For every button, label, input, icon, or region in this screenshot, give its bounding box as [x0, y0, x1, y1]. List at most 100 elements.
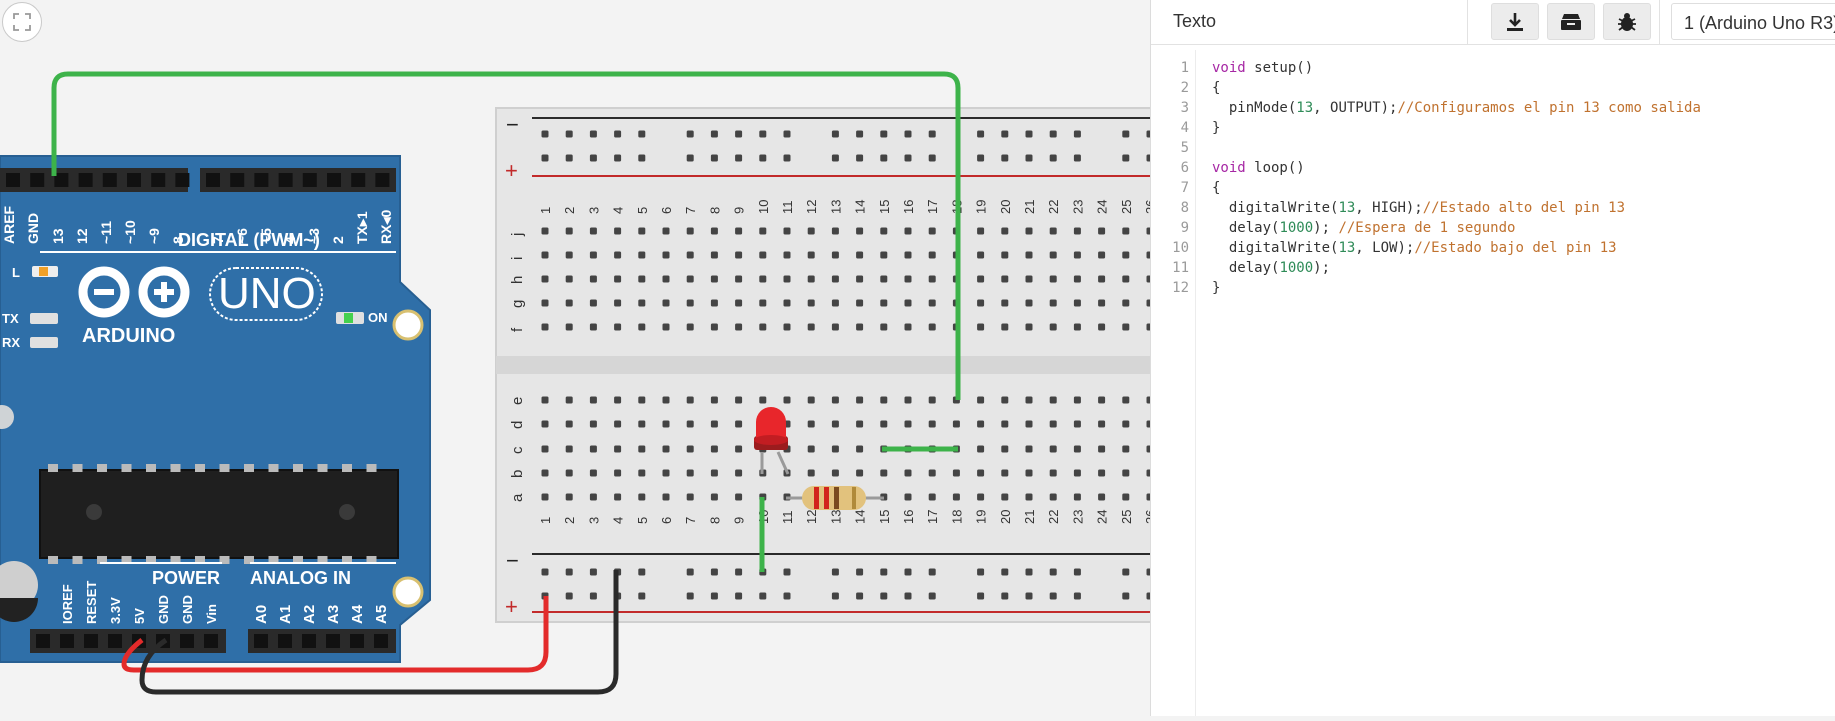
breadboard-hole[interactable] — [614, 420, 622, 428]
breadboard-hole[interactable] — [735, 227, 743, 235]
breadboard-hole[interactable] — [880, 251, 888, 259]
breadboard-hole[interactable] — [589, 154, 597, 162]
breadboard-hole[interactable] — [1025, 130, 1033, 138]
breadboard-hole[interactable] — [686, 568, 694, 576]
breadboard-hole[interactable] — [783, 299, 791, 307]
header-socket[interactable] — [102, 173, 117, 187]
breadboard-hole[interactable] — [735, 469, 743, 477]
breadboard-hole[interactable] — [662, 445, 670, 453]
breadboard-hole[interactable] — [710, 227, 718, 235]
debugger-button[interactable] — [1603, 3, 1651, 40]
breadboard-hole[interactable] — [1049, 251, 1057, 259]
breadboard-hole[interactable] — [856, 568, 864, 576]
circuit-canvas[interactable]: DIGITAL (PWM~) AREF GND 13 12 ~11 ~10 ~9 8 7 ~6 ~5… — [0, 0, 1158, 716]
breadboard-hole[interactable] — [1025, 445, 1033, 453]
breadboard-hole[interactable] — [1122, 227, 1130, 235]
breadboard-hole[interactable] — [759, 396, 767, 404]
breadboard-hole[interactable] — [1049, 445, 1057, 453]
breadboard-hole[interactable] — [880, 592, 888, 600]
breadboard-hole[interactable] — [565, 130, 573, 138]
breadboard-hole[interactable] — [928, 275, 936, 283]
breadboard-hole[interactable] — [1122, 323, 1130, 331]
breadboard-hole[interactable] — [807, 396, 815, 404]
breadboard-hole[interactable] — [807, 227, 815, 235]
breadboard-hole[interactable] — [1122, 420, 1130, 428]
breadboard-hole[interactable] — [977, 469, 985, 477]
breadboard-hole[interactable] — [880, 227, 888, 235]
breadboard-hole[interactable] — [904, 251, 912, 259]
breadboard-hole[interactable] — [638, 299, 646, 307]
breadboard-hole[interactable] — [807, 251, 815, 259]
breadboard-hole[interactable] — [1122, 592, 1130, 600]
breadboard-hole[interactable] — [856, 396, 864, 404]
breadboard-hole[interactable] — [904, 130, 912, 138]
fit-view-button[interactable] — [2, 2, 42, 42]
breadboard-hole[interactable] — [1122, 396, 1130, 404]
breadboard-hole[interactable] — [856, 275, 864, 283]
breadboard-hole[interactable] — [928, 227, 936, 235]
breadboard-hole[interactable] — [904, 396, 912, 404]
breadboard-hole[interactable] — [1001, 323, 1009, 331]
breadboard-hole[interactable] — [541, 227, 549, 235]
breadboard-hole[interactable] — [759, 251, 767, 259]
breadboard-hole[interactable] — [541, 396, 549, 404]
breadboard-hole[interactable] — [589, 275, 597, 283]
breadboard-hole[interactable] — [880, 396, 888, 404]
breadboard-hole[interactable] — [565, 275, 573, 283]
breadboard-hole[interactable] — [710, 323, 718, 331]
breadboard-hole[interactable] — [904, 154, 912, 162]
header-socket[interactable] — [254, 634, 268, 648]
breadboard-hole[interactable] — [541, 493, 549, 501]
breadboard-hole[interactable] — [783, 592, 791, 600]
breadboard-hole[interactable] — [904, 568, 912, 576]
breadboard-hole[interactable] — [928, 130, 936, 138]
breadboard-hole[interactable] — [831, 275, 839, 283]
breadboard-hole[interactable] — [1122, 568, 1130, 576]
header-socket[interactable] — [374, 634, 388, 648]
breadboard-hole[interactable] — [1001, 227, 1009, 235]
header-socket[interactable] — [278, 173, 293, 187]
breadboard-hole[interactable] — [710, 275, 718, 283]
breadboard-hole[interactable] — [783, 227, 791, 235]
breadboard-hole[interactable] — [638, 445, 646, 453]
breadboard-hole[interactable] — [1025, 493, 1033, 501]
breadboard-hole[interactable] — [904, 227, 912, 235]
breadboard-hole[interactable] — [759, 323, 767, 331]
breadboard-hole[interactable] — [1001, 299, 1009, 307]
breadboard-hole[interactable] — [541, 251, 549, 259]
breadboard-hole[interactable] — [759, 227, 767, 235]
header-socket[interactable] — [278, 634, 292, 648]
breadboard-hole[interactable] — [662, 493, 670, 501]
breadboard-hole[interactable] — [831, 323, 839, 331]
breadboard-hole[interactable] — [1001, 154, 1009, 162]
breadboard-hole[interactable] — [1049, 592, 1057, 600]
breadboard-hole[interactable] — [1001, 130, 1009, 138]
breadboard-hole[interactable] — [710, 469, 718, 477]
breadboard-hole[interactable] — [686, 323, 694, 331]
breadboard-hole[interactable] — [1098, 493, 1106, 501]
breadboard-hole[interactable] — [710, 299, 718, 307]
breadboard-hole[interactable] — [638, 396, 646, 404]
breadboard-hole[interactable] — [977, 251, 985, 259]
breadboard-hole[interactable] — [565, 493, 573, 501]
breadboard-hole[interactable] — [565, 396, 573, 404]
breadboard-hole[interactable] — [928, 568, 936, 576]
breadboard-hole[interactable] — [662, 299, 670, 307]
breadboard-hole[interactable] — [541, 323, 549, 331]
breadboard-hole[interactable] — [783, 154, 791, 162]
breadboard-hole[interactable] — [977, 275, 985, 283]
breadboard-hole[interactable] — [735, 568, 743, 576]
header-socket[interactable] — [254, 173, 269, 187]
breadboard-hole[interactable] — [1025, 299, 1033, 307]
breadboard-hole[interactable] — [662, 469, 670, 477]
breadboard-hole[interactable] — [1122, 130, 1130, 138]
header-socket[interactable] — [302, 634, 316, 648]
breadboard-hole[interactable] — [831, 445, 839, 453]
breadboard-hole[interactable] — [614, 154, 622, 162]
breadboard-hole[interactable] — [735, 130, 743, 138]
breadboard-hole[interactable] — [614, 493, 622, 501]
header-socket[interactable] — [175, 173, 190, 187]
breadboard-hole[interactable] — [856, 445, 864, 453]
breadboard-hole[interactable] — [1098, 420, 1106, 428]
breadboard-hole[interactable] — [977, 323, 985, 331]
